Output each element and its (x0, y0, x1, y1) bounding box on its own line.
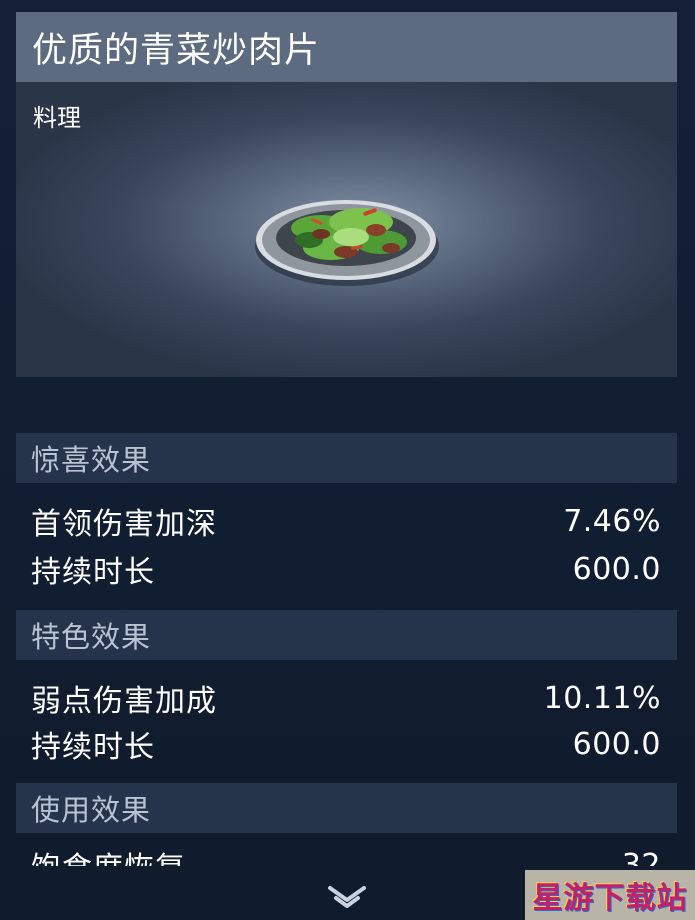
stir-fried-greens-dish-icon (255, 200, 439, 286)
stat-value: 600.0 (572, 551, 661, 587)
site-watermark: 星游下载站 (525, 870, 695, 920)
stat-label: 弱点伤害加成 (31, 684, 217, 719)
stat-row: 弱点伤害加成 10.11% (31, 678, 661, 720)
section-header-surprise-effect: 惊喜效果 (16, 433, 677, 483)
stat-row: 首领伤害加深 7.46% (31, 501, 661, 543)
stat-label: 持续时长 (31, 555, 155, 590)
item-detail-panel: 优质的青菜炒肉片 料理 惊喜效果 首领伤害加深 7.46% 持续时长 600.0… (0, 0, 695, 920)
item-image-area: 料理 (16, 82, 677, 377)
section-header-use-effect: 使用效果 (16, 783, 677, 833)
stat-row: 持续时长 600.0 (31, 549, 661, 591)
section-header-special-effect: 特色效果 (16, 610, 677, 660)
stat-value: 10.11% (543, 680, 661, 716)
item-title: 优质的青菜炒肉片 (32, 30, 321, 71)
item-title-bar: 优质的青菜炒肉片 (16, 12, 677, 82)
stat-value: 7.46% (563, 503, 661, 539)
chevron-down-icon[interactable] (326, 884, 368, 912)
stat-value: 600.0 (572, 726, 661, 762)
item-category: 料理 (33, 104, 81, 132)
stat-label: 持续时长 (31, 730, 155, 765)
stat-label: 首领伤害加深 (31, 507, 217, 542)
stat-row: 持续时长 600.0 (31, 724, 661, 766)
